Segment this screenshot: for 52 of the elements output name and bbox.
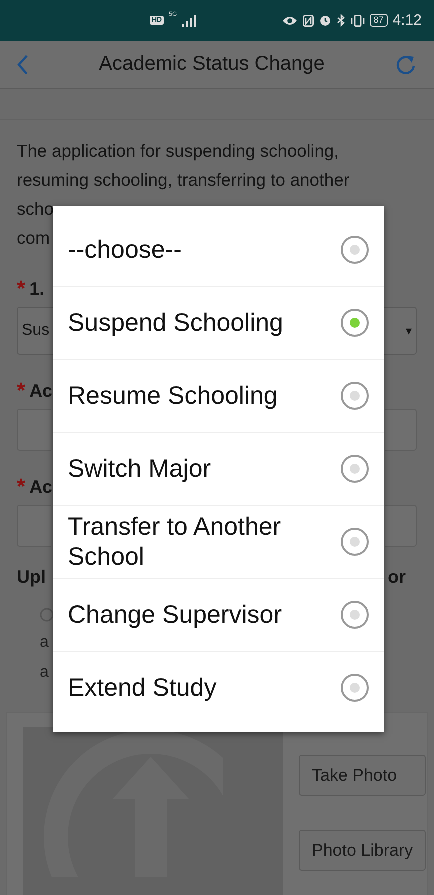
option-item[interactable]: --choose-- bbox=[53, 214, 384, 286]
input-field[interactable] bbox=[17, 409, 51, 451]
radio-button[interactable] bbox=[341, 309, 369, 337]
option-item[interactable]: Suspend Schooling bbox=[53, 286, 384, 359]
upload-title: or bbox=[388, 567, 406, 588]
clock-time: 4:12 bbox=[392, 12, 422, 29]
radio-button[interactable] bbox=[341, 674, 369, 702]
signal-icon bbox=[182, 14, 196, 26]
option-label: Change Supervisor bbox=[68, 600, 282, 630]
required-mark: * bbox=[17, 276, 26, 302]
nfc-icon bbox=[302, 14, 314, 26]
required-mark: * bbox=[17, 378, 26, 404]
battery-indicator: 87 bbox=[370, 14, 388, 27]
note-text: a bbox=[40, 634, 49, 652]
upload-area[interactable] bbox=[23, 727, 283, 895]
page-title: Academic Status Change bbox=[98, 53, 326, 76]
option-item[interactable]: Switch Major bbox=[53, 432, 384, 505]
field-label: Ac bbox=[30, 476, 53, 498]
alarm-icon bbox=[318, 14, 332, 27]
instruction-text: scho bbox=[17, 198, 54, 221]
vibrate-icon bbox=[350, 14, 365, 26]
option-item[interactable]: Extend Study bbox=[53, 651, 384, 724]
instruction-text: com bbox=[17, 227, 50, 250]
option-label: Switch Major bbox=[68, 454, 212, 484]
radio-button[interactable] bbox=[341, 528, 369, 556]
info-icon bbox=[40, 608, 54, 622]
input-field[interactable] bbox=[385, 409, 417, 451]
note-text: a bbox=[40, 664, 49, 682]
radio-button[interactable] bbox=[341, 455, 369, 483]
instruction-text: resuming schooling, transferring to another bbox=[17, 169, 350, 192]
refresh-icon[interactable] bbox=[395, 54, 417, 76]
option-item[interactable]: Change Supervisor bbox=[53, 578, 384, 651]
radio-button[interactable] bbox=[341, 601, 369, 629]
input-field[interactable] bbox=[385, 505, 417, 547]
radio-button[interactable] bbox=[341, 236, 369, 264]
input-field[interactable] bbox=[17, 505, 51, 547]
field-label: 1. bbox=[30, 278, 45, 300]
back-icon[interactable] bbox=[17, 54, 29, 74]
eye-icon bbox=[282, 16, 298, 26]
field-label: Ac bbox=[30, 380, 53, 402]
bluetooth-icon bbox=[336, 14, 346, 27]
option-label: Suspend Schooling bbox=[68, 308, 284, 338]
upload-title: Upl bbox=[17, 567, 46, 588]
radio-button[interactable] bbox=[341, 382, 369, 410]
option-label: Transfer to Another School bbox=[68, 512, 282, 572]
option-item[interactable]: Resume Schooling bbox=[53, 359, 384, 432]
instruction-text: The application for suspending schooling, bbox=[17, 140, 340, 163]
option-item[interactable]: Transfer to Another School bbox=[53, 505, 384, 578]
option-label: Resume Schooling bbox=[68, 381, 278, 411]
option-label: Extend Study bbox=[68, 673, 217, 703]
option-label: --choose-- bbox=[68, 235, 182, 265]
required-mark: * bbox=[17, 474, 26, 500]
